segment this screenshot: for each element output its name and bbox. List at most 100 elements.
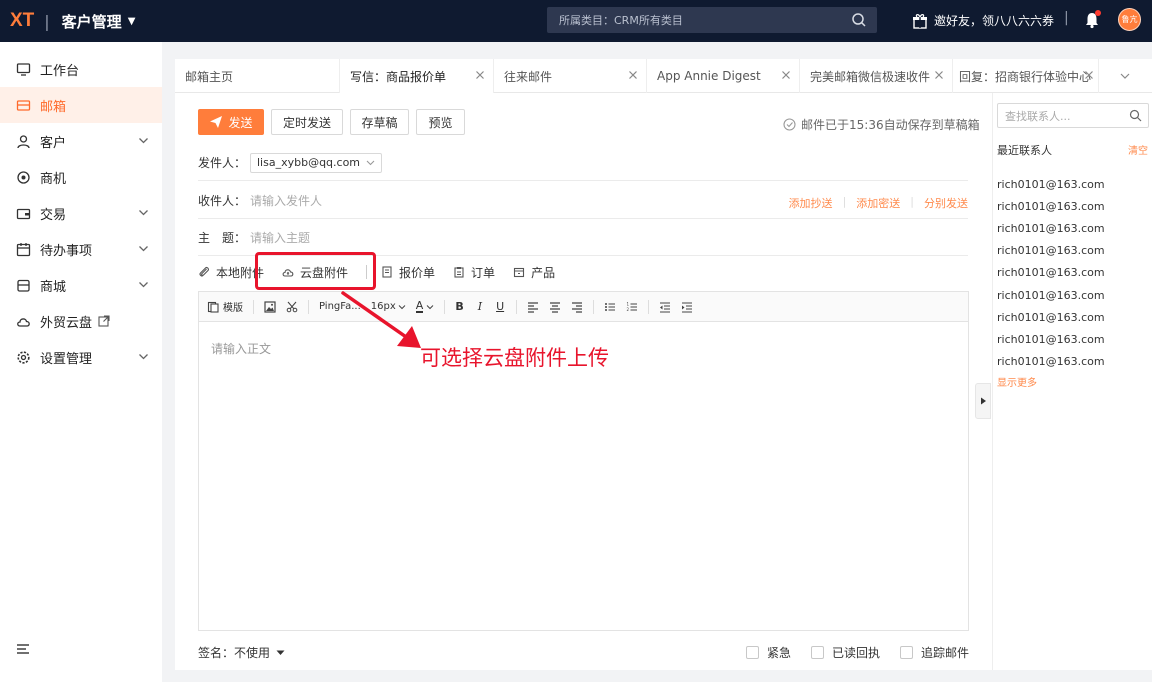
quote-button[interactable]: 报价单	[381, 264, 435, 281]
invite-link[interactable]: 邀好友，领八八六六券	[912, 12, 1054, 29]
list-item[interactable]: rich0101@163.com	[997, 217, 1105, 239]
caret-right-icon	[980, 397, 986, 405]
clear-recent-button[interactable]: 清空	[1128, 142, 1148, 157]
sidebar-item-opportunities[interactable]: 商机	[0, 159, 162, 195]
wallet-icon	[16, 208, 31, 219]
chevron-down-icon[interactable]	[138, 279, 149, 290]
tab-label: 邮箱主页	[185, 69, 234, 84]
chevron-down-icon[interactable]	[1120, 71, 1130, 81]
checkbox-box[interactable]	[899, 646, 913, 659]
product-button[interactable]: 产品	[513, 264, 555, 281]
avatar[interactable]: 鲁亢	[1118, 8, 1141, 31]
contacts-panel: 查找联系人... 最近联系人 清空 rich0101@163.com rich0…	[975, 93, 1152, 670]
to-input[interactable]: 请输入发件人	[250, 192, 322, 209]
caret-down-icon[interactable]: ▼	[128, 16, 136, 27]
send-button[interactable]: 发送	[198, 109, 264, 135]
indent-icon[interactable]	[681, 301, 693, 313]
chevron-down-icon[interactable]	[138, 207, 149, 218]
app-title[interactable]: 客户管理	[62, 11, 122, 32]
toolbar-divider	[444, 299, 446, 314]
schedule-send-button[interactable]: 定时发送	[271, 109, 343, 135]
list-item[interactable]: rich0101@163.com	[997, 284, 1105, 306]
list-item[interactable]: rich0101@163.com	[997, 262, 1105, 284]
align-center-icon[interactable]	[549, 301, 561, 313]
tab-reply-cmb[interactable]: 回复：招商银行体验中心	[953, 59, 1099, 93]
tab-compose-quote[interactable]: 写信：商品报价单	[340, 59, 494, 93]
sidebar-item-store[interactable]: 商城	[0, 267, 162, 303]
tab-mailbox-home[interactable]: 邮箱主页	[175, 59, 340, 93]
from-label: 发件人：	[198, 156, 247, 170]
sender-select[interactable]: lisa_xybb@qq.com	[250, 152, 383, 173]
external-link-icon[interactable]	[98, 315, 110, 327]
sidebar-item-workbench[interactable]: 工作台	[0, 51, 162, 87]
track-mail-checkbox[interactable]: 追踪邮件	[899, 644, 969, 661]
subject-row: 主 题： 请输入主题	[198, 220, 968, 256]
template-icon	[207, 301, 219, 313]
tab-app-annie-digest[interactable]: App Annie Digest	[647, 59, 800, 93]
toolbar-divider	[593, 299, 595, 314]
list-item[interactable]: rich0101@163.com	[997, 240, 1105, 262]
caret-down-icon[interactable]	[276, 648, 285, 657]
list-item[interactable]: rich0101@163.com	[997, 195, 1105, 217]
checkbox-box[interactable]	[810, 646, 824, 659]
search-icon[interactable]	[1129, 109, 1142, 122]
template-button[interactable]: 模版	[207, 299, 243, 314]
list-item[interactable]: rich0101@163.com	[997, 173, 1105, 195]
sidebar-item-mailbox[interactable]: 邮箱	[0, 87, 162, 123]
add-bcc-link[interactable]: 添加密送	[856, 195, 900, 211]
send-label: 发送	[228, 115, 253, 130]
close-icon[interactable]	[475, 70, 485, 80]
list-item[interactable]: rich0101@163.com	[997, 351, 1105, 373]
order-button[interactable]: 订单	[453, 264, 495, 281]
outdent-icon[interactable]	[659, 301, 671, 313]
close-icon[interactable]	[781, 70, 791, 80]
panel-toggle[interactable]	[975, 383, 991, 419]
sidebar-item-todos[interactable]: 待办事项	[0, 231, 162, 267]
close-icon[interactable]	[628, 70, 638, 80]
sidebar-item-cloud-drive[interactable]: 外贸云盘	[0, 303, 162, 339]
chevron-down-icon[interactable]	[138, 135, 149, 146]
urgent-checkbox[interactable]: 紧急	[745, 644, 791, 661]
editor-toolbar: 模版 PingFa... 16px A B I U 1 2	[199, 292, 968, 322]
image-icon[interactable]	[264, 300, 276, 313]
numbered-list-icon[interactable]: 12	[626, 301, 638, 313]
tab-perfect-mail-wechat[interactable]: 完美邮箱微信极速收件	[800, 59, 953, 93]
bullet-list-icon[interactable]	[604, 301, 616, 313]
sidebar-item-customers[interactable]: 客户	[0, 123, 162, 159]
sidebar-item-settings[interactable]: 设置管理	[0, 339, 162, 375]
list-item[interactable]: rich0101@163.com	[997, 306, 1105, 328]
show-more-link[interactable]: 显示更多	[997, 374, 1105, 389]
signature-select[interactable]: 不使用	[234, 644, 270, 661]
preview-button[interactable]: 预览	[416, 109, 465, 135]
separate-send-link[interactable]: 分别发送	[924, 195, 968, 211]
align-left-icon[interactable]	[527, 301, 539, 313]
subject-input[interactable]: 请输入主题	[250, 229, 310, 246]
category-search[interactable]: 所属类目：CRM所有类目	[547, 7, 877, 33]
tab-label: 回复：招商银行体验中心	[959, 69, 1092, 84]
sidebar-item-label: 客户	[40, 135, 67, 151]
contact-search-input[interactable]: 查找联系人...	[997, 103, 1149, 128]
chevron-down-icon[interactable]	[138, 351, 149, 362]
align-right-icon[interactable]	[571, 301, 583, 313]
mail-icon	[16, 99, 31, 111]
scissors-icon[interactable]	[286, 301, 298, 313]
bold-icon[interactable]: B	[455, 300, 463, 313]
checkbox-box[interactable]	[745, 646, 759, 659]
sidebar-item-transactions[interactable]: 交易	[0, 195, 162, 231]
underline-icon[interactable]: U	[496, 300, 504, 313]
list-item[interactable]: rich0101@163.com	[997, 328, 1105, 350]
italic-icon[interactable]: I	[478, 300, 482, 313]
logo[interactable]: XT	[10, 10, 34, 32]
tab-label: 完美邮箱微信极速收件	[810, 69, 931, 84]
save-draft-button[interactable]: 存草稿	[350, 109, 409, 135]
sidebar-item-label: 工作台	[40, 63, 80, 79]
search-icon[interactable]	[851, 12, 867, 28]
close-icon[interactable]	[1084, 70, 1094, 80]
read-receipt-checkbox[interactable]: 已读回执	[810, 644, 880, 661]
close-icon[interactable]	[934, 70, 944, 80]
menu-collapse-icon[interactable]	[16, 642, 30, 656]
add-cc-link[interactable]: 添加抄送	[789, 195, 833, 211]
chevron-down-icon[interactable]	[138, 243, 149, 254]
template-label: 模版	[223, 303, 243, 314]
tab-correspondence[interactable]: 往来邮件	[494, 59, 647, 93]
